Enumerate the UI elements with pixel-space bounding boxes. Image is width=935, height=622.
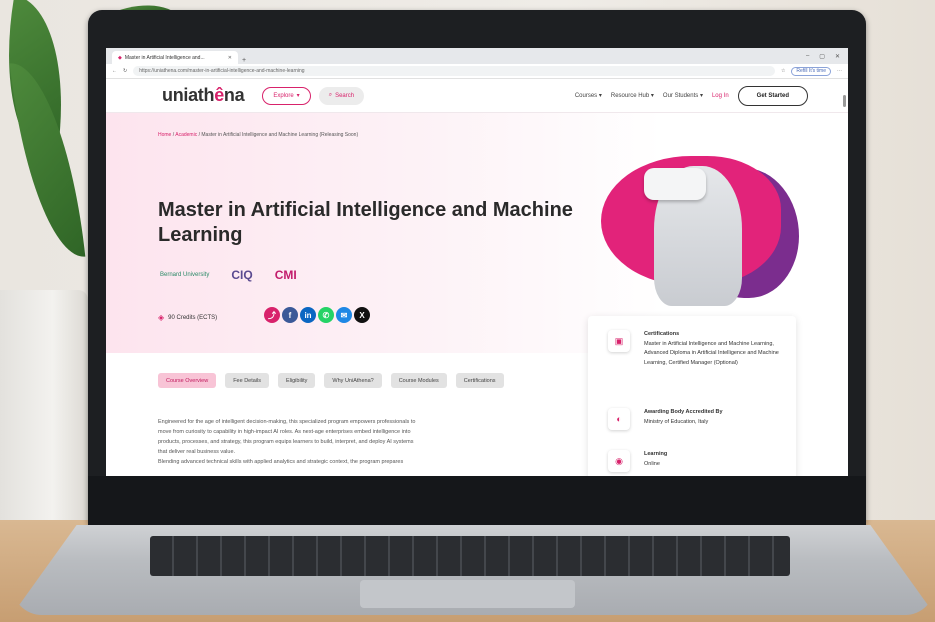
learning-label: Learning bbox=[644, 451, 668, 457]
chevron-down-icon: ▾ bbox=[296, 93, 300, 99]
info-certifications: ▣ Certifications Master in Artificial In… bbox=[608, 330, 784, 369]
laptop-bezel bbox=[88, 476, 866, 525]
email-icon[interactable]: ✉ bbox=[336, 307, 352, 323]
url-field[interactable]: https://uniathena.com/master-in-artifici… bbox=[133, 66, 775, 76]
whatsapp-icon[interactable]: ✆ bbox=[318, 307, 334, 323]
laptop-trackpad bbox=[360, 580, 575, 608]
tab-course-overview[interactable]: Course Overview bbox=[158, 373, 217, 388]
description-line: Blending advanced technical skills with … bbox=[158, 458, 404, 465]
url-text: https://uniathena.com/master-in-artifici… bbox=[139, 68, 305, 74]
laptop-screen: ◆ Master in Artificial Intelligence and.… bbox=[106, 48, 848, 476]
nav-courses[interactable]: Courses ▾ bbox=[575, 92, 602, 99]
course-description: Engineered for the age of intelligent de… bbox=[158, 418, 523, 467]
certificate-icon: ▣ bbox=[608, 330, 630, 352]
learning-value: Online bbox=[644, 460, 660, 467]
share-icon[interactable]: ⤴ bbox=[264, 307, 280, 323]
accreditor-logos: Bernard University CIQ CMI bbox=[160, 268, 297, 282]
window-controls: – ▢ ✕ bbox=[806, 53, 848, 60]
info-learning: ◉ Learning Online bbox=[608, 450, 784, 472]
favicon-icon: ◆ bbox=[118, 54, 122, 61]
breadcrumb-academic[interactable]: Academic bbox=[175, 132, 197, 138]
breadcrumb: Home / Academic / Master in Artificial I… bbox=[158, 132, 359, 138]
award-icon: ◐ bbox=[608, 408, 630, 430]
info-awarding-body: ◐ Awarding Body Accredited By Ministry o… bbox=[608, 408, 784, 430]
ciq-logo: CIQ bbox=[231, 268, 253, 282]
tab-fee-details[interactable]: Fee Details bbox=[225, 373, 270, 388]
course-tabs: Course Overview Fee Details Eligibility … bbox=[158, 373, 504, 388]
address-bar: ← ↻ https://uniathena.com/master-in-arti… bbox=[106, 64, 848, 79]
uniathena-logo[interactable]: uniathêna bbox=[162, 85, 245, 106]
explore-button[interactable]: Explore ▾ bbox=[262, 86, 311, 105]
nav-resource-hub[interactable]: Resource Hub ▾ bbox=[611, 92, 654, 99]
tab-why-uniathena[interactable]: Why UniAthena? bbox=[324, 373, 382, 388]
description-line: Engineered for the age of intelligent de… bbox=[158, 419, 416, 425]
minimize-button[interactable]: – bbox=[806, 53, 809, 60]
share-buttons: ⤴ f in ✆ ✉ X bbox=[264, 307, 370, 323]
facebook-icon[interactable]: f bbox=[282, 307, 298, 323]
certifications-value: Master in Artificial Intelligence and Ma… bbox=[644, 340, 779, 366]
credits-icon: ◈ bbox=[158, 313, 165, 322]
page-title: Master in Artificial Intelligence and Ma… bbox=[158, 199, 573, 246]
search-icon: ⌕ bbox=[328, 92, 333, 98]
reload-icon[interactable]: ↻ bbox=[123, 68, 127, 74]
linkedin-icon[interactable]: in bbox=[300, 307, 316, 323]
plant-pot bbox=[0, 290, 88, 540]
new-tab-button[interactable]: + bbox=[242, 57, 246, 64]
description-line: that deliver real business value. bbox=[158, 448, 236, 455]
get-started-button[interactable]: Get Started bbox=[737, 85, 808, 106]
credits-text: 90 Credits (ECTS) bbox=[168, 314, 218, 321]
credits-badge: ◈ 90 Credits (ECTS) bbox=[158, 313, 217, 322]
tab-course-modules[interactable]: Course Modules bbox=[390, 373, 447, 388]
tab-certifications[interactable]: Certifications bbox=[455, 373, 504, 388]
browser-tab-bar: ◆ Master in Artificial Intelligence and.… bbox=[106, 48, 848, 64]
page-scrollbar[interactable] bbox=[843, 95, 846, 107]
x-icon[interactable]: X bbox=[354, 307, 370, 323]
close-window-button[interactable]: ✕ bbox=[835, 53, 840, 60]
awarding-value: Ministry of Education, Italy bbox=[644, 418, 709, 425]
course-info-card: ▣ Certifications Master in Artificial In… bbox=[588, 316, 796, 476]
bernard-university-logo: Bernard University bbox=[160, 272, 210, 278]
search-button[interactable]: ⌕ Search bbox=[318, 86, 365, 105]
breadcrumb-home[interactable]: Home bbox=[158, 132, 171, 138]
description-line: products, processes, and strategy, this … bbox=[158, 438, 414, 445]
login-link[interactable]: Log In bbox=[712, 93, 729, 99]
cmi-logo: CMI bbox=[274, 268, 297, 282]
browser-tab[interactable]: ◆ Master in Artificial Intelligence and.… bbox=[112, 51, 238, 64]
laptop-keyboard bbox=[150, 536, 790, 576]
nav-our-students[interactable]: Our Students ▾ bbox=[663, 92, 703, 99]
explore-label: Explore bbox=[273, 92, 294, 99]
vr-headset-image bbox=[644, 168, 706, 200]
tab-eligibility[interactable]: Eligibility bbox=[278, 373, 316, 388]
maximize-button[interactable]: ▢ bbox=[819, 53, 825, 60]
certifications-label: Certifications bbox=[644, 331, 680, 337]
breadcrumb-current: Master in Artificial Intelligence and Ma… bbox=[201, 132, 359, 138]
menu-dots-icon[interactable]: ⋯ bbox=[837, 68, 842, 74]
close-tab-icon[interactable]: ✕ bbox=[228, 55, 232, 61]
learning-icon: ◉ bbox=[608, 450, 630, 472]
profile-chip[interactable]: Refill It's time bbox=[791, 66, 831, 76]
search-label: Search bbox=[335, 92, 355, 99]
awarding-label: Awarding Body Accredited By bbox=[644, 409, 723, 415]
description-line: move from curiosity to capability in hig… bbox=[158, 428, 411, 435]
browser-tab-title: Master in Artificial Intelligence and... bbox=[124, 54, 205, 61]
main-nav: Courses ▾ Resource Hub ▾ Our Students ▾ … bbox=[575, 85, 808, 106]
back-icon[interactable]: ← bbox=[112, 68, 117, 74]
site-header: uniathêna Explore ▾ ⌕ Search Courses ▾ R… bbox=[106, 79, 848, 113]
bookmark-star-icon[interactable]: ☆ bbox=[781, 68, 785, 74]
